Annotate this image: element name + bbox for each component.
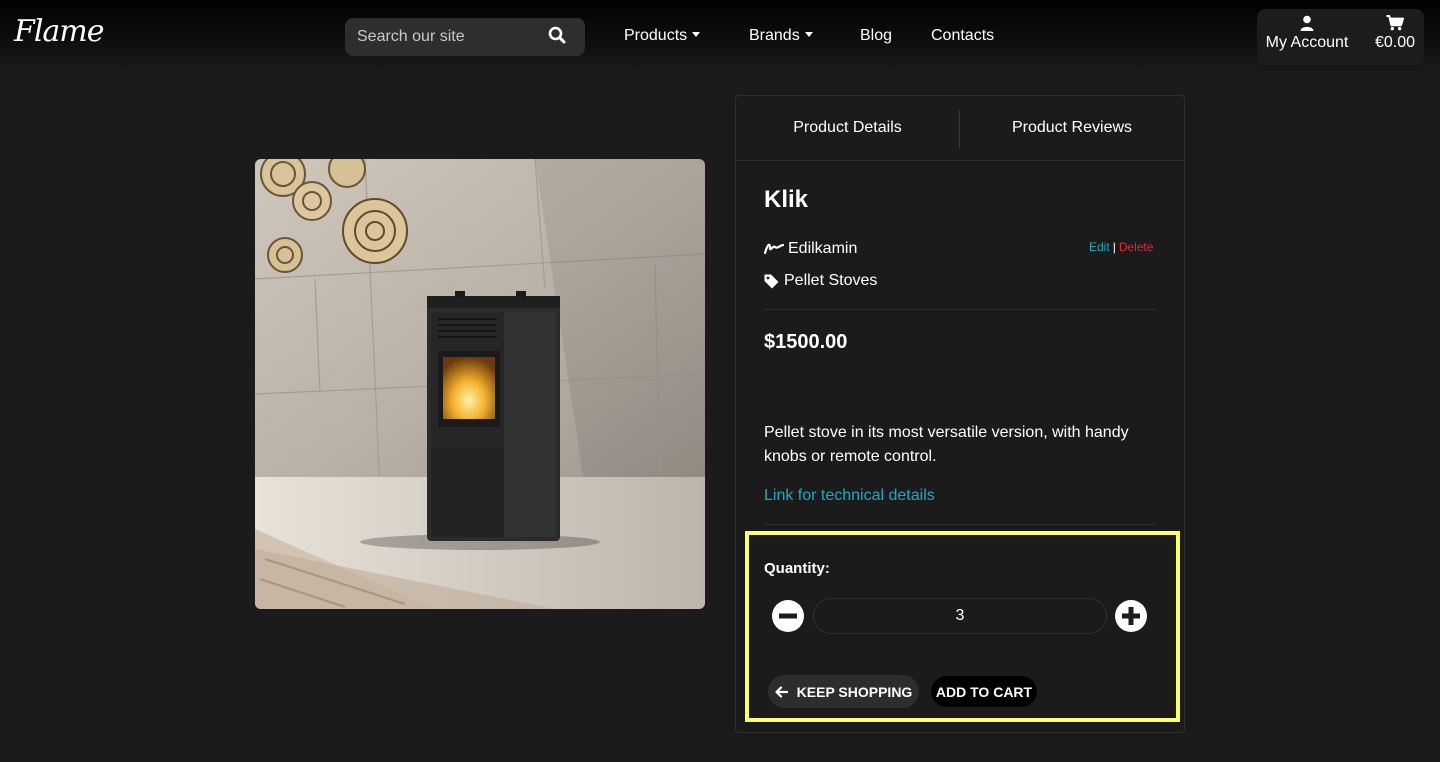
product-price: $1500.00 bbox=[764, 331, 848, 353]
keep-shopping-label: KEEP SHOPPING bbox=[796, 683, 913, 700]
admin-links: Edit | Delete bbox=[1089, 240, 1154, 254]
add-to-cart-button[interactable]: ADD TO CART bbox=[931, 676, 1037, 707]
search-bar bbox=[345, 18, 585, 56]
brand-logo-icon bbox=[764, 243, 784, 255]
admin-separator: | bbox=[1112, 240, 1116, 254]
account-cart-box: My Account €0.00 bbox=[1257, 9, 1424, 65]
tag-icon bbox=[764, 274, 779, 288]
quantity-input[interactable] bbox=[813, 598, 1107, 634]
arrow-left-icon bbox=[775, 685, 788, 698]
top-navbar: Flame Products Brands Blog Contacts My A… bbox=[0, 0, 1440, 75]
search-input[interactable] bbox=[345, 18, 545, 56]
tab-product-reviews[interactable]: Product Reviews bbox=[960, 96, 1184, 160]
cart-button[interactable]: €0.00 bbox=[1371, 15, 1419, 52]
user-icon bbox=[1300, 15, 1314, 31]
product-image bbox=[255, 159, 705, 609]
cart-total: €0.00 bbox=[1374, 34, 1416, 51]
tab-product-details[interactable]: Product Details bbox=[736, 96, 959, 160]
product-description: Pellet stove in its most versatile versi… bbox=[764, 424, 1129, 465]
nav-brands-label: Brands bbox=[749, 27, 800, 44]
nav-products[interactable]: Products bbox=[624, 27, 701, 45]
site-logo[interactable]: Flame bbox=[14, 14, 104, 49]
plus-circle-icon bbox=[1115, 600, 1147, 632]
keep-shopping-button[interactable]: KEEP SHOPPING bbox=[768, 675, 919, 708]
technical-details-link[interactable]: Link for technical details bbox=[764, 487, 935, 505]
divider bbox=[764, 524, 1156, 525]
my-account-label: My Account bbox=[1265, 34, 1349, 51]
increment-button[interactable] bbox=[1114, 599, 1148, 633]
product-category: Pellet Stoves bbox=[764, 272, 877, 290]
chevron-down-icon bbox=[804, 32, 813, 37]
decrement-button[interactable] bbox=[771, 599, 805, 633]
chevron-down-icon bbox=[692, 32, 701, 37]
search-icon[interactable] bbox=[548, 26, 570, 48]
product-title: Klik bbox=[764, 186, 809, 213]
minus-circle-icon bbox=[772, 600, 804, 632]
product-tabs: Product Details Product Reviews bbox=[736, 96, 1184, 161]
edit-link[interactable]: Edit bbox=[1089, 240, 1110, 254]
nav-brands[interactable]: Brands bbox=[749, 27, 813, 45]
divider bbox=[764, 309, 1156, 310]
my-account-button[interactable]: My Account bbox=[1265, 15, 1349, 52]
nav-blog[interactable]: Blog bbox=[860, 27, 892, 45]
product-brand: Edilkamin bbox=[764, 240, 857, 258]
cart-icon bbox=[1386, 15, 1404, 31]
brand-name[interactable]: Edilkamin bbox=[788, 240, 857, 258]
nav-contacts[interactable]: Contacts bbox=[931, 27, 994, 45]
nav-products-label: Products bbox=[624, 27, 688, 44]
category-name[interactable]: Pellet Stoves bbox=[784, 272, 877, 290]
quantity-label: Quantity: bbox=[764, 560, 830, 577]
delete-link[interactable]: Delete bbox=[1119, 240, 1154, 254]
